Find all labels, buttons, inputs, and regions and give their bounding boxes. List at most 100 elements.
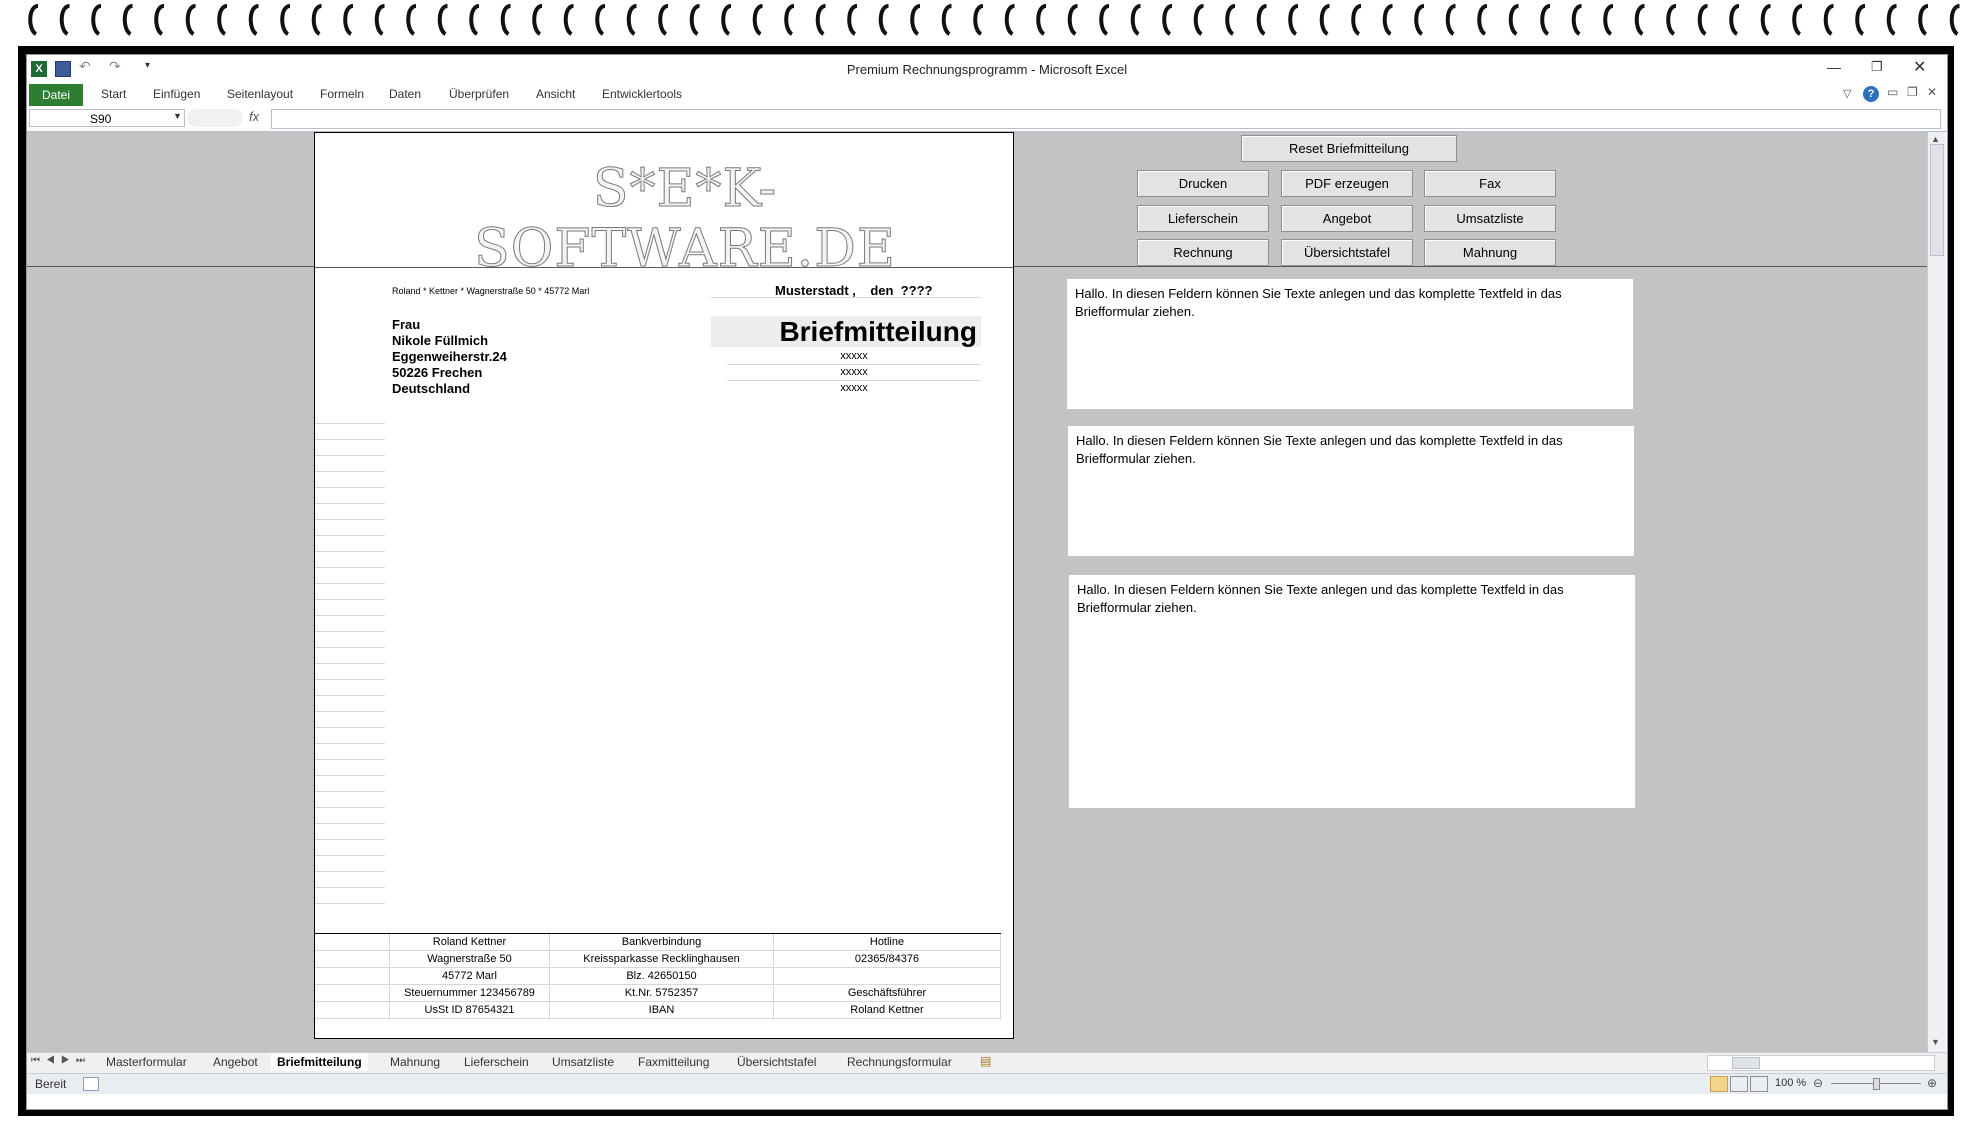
- tab-ansicht[interactable]: Ansicht: [536, 87, 575, 101]
- grid-row-line: [315, 632, 385, 648]
- tab-daten[interactable]: Daten: [389, 87, 421, 101]
- grid-row-line: [315, 488, 385, 504]
- rechnung-button[interactable]: Rechnung: [1137, 239, 1269, 266]
- zoom-in-icon[interactable]: ⊕: [1927, 1076, 1937, 1090]
- sheet-tab-rechnungsformular[interactable]: Rechnungsformular: [847, 1055, 952, 1069]
- footer-cell: Kt.Nr. 5752357: [550, 985, 774, 1001]
- tab-seitenlayout[interactable]: Seitenlayout: [227, 87, 293, 101]
- scroll-thumb[interactable]: [1930, 144, 1944, 256]
- lieferschein-button[interactable]: Lieferschein: [1137, 205, 1269, 232]
- sheet-tab-uebersichtstafel[interactable]: Übersichtstafel: [737, 1055, 816, 1069]
- scroll-up-icon[interactable]: ▲: [1931, 134, 1940, 144]
- uebersichtstafel-button[interactable]: Übersichtstafel: [1281, 239, 1413, 266]
- mahnung-button[interactable]: Mahnung: [1424, 239, 1556, 266]
- pdf-erzeugen-button[interactable]: PDF erzeugen: [1281, 170, 1413, 197]
- tab-entwicklertools[interactable]: Entwicklertools: [602, 87, 682, 101]
- spiral-ring: [910, 4, 921, 36]
- reference-field: xxxxx: [840, 382, 868, 394]
- sheet-tab-masterformular[interactable]: Masterformular: [106, 1055, 187, 1069]
- letter-footer-table: Roland Kettner Bankverbindung Hotline Wagne…: [315, 933, 1001, 1019]
- spiral-ring: [532, 4, 543, 36]
- name-box-dropdown-icon[interactable]: ▼: [173, 111, 182, 121]
- tab-ueberpruefen[interactable]: Überprüfen: [449, 87, 509, 101]
- zoom-slider-thumb[interactable]: [1873, 1078, 1880, 1090]
- sheet-tab-mahnung[interactable]: Mahnung: [390, 1055, 440, 1069]
- page-layout-view-icon[interactable]: [1730, 1076, 1748, 1092]
- worksheet-area[interactable]: S*E*K-SOFTWARE.DE Roland * Kettner * Wag…: [27, 132, 1927, 1052]
- angebot-button[interactable]: Angebot: [1281, 205, 1413, 232]
- help-icon[interactable]: ?: [1863, 86, 1879, 102]
- spiral-ring: [122, 4, 134, 36]
- restore-icon[interactable]: ❐: [1871, 59, 1883, 75]
- spiral-ring: [1036, 4, 1047, 36]
- sheet-tab-faxmitteilung[interactable]: Faxmitteilung: [638, 1055, 709, 1069]
- grid-row-line: [315, 424, 385, 440]
- recipient-country: Deutschland: [392, 381, 471, 396]
- sheet-nav-arrows-icon[interactable]: ⏮◀▶⏭: [31, 1055, 91, 1066]
- spiral-ring: [563, 4, 575, 36]
- horizontal-scrollbar[interactable]: [1707, 1055, 1935, 1071]
- zoom-out-icon[interactable]: ⊖: [1813, 1076, 1823, 1090]
- spiral-ring: [689, 4, 701, 36]
- window-title: Premium Rechnungsprogramm - Microsoft Ex…: [846, 62, 1128, 77]
- minimize-icon[interactable]: —: [1827, 59, 1841, 75]
- excel-window: X ↶ ↷ ▾ Premium Rechnungsprogramm - Micr…: [26, 54, 1948, 1110]
- recipient-city: 50226 Frechen: [392, 365, 483, 380]
- hscroll-thumb[interactable]: [1732, 1057, 1760, 1069]
- grid-row-line: [315, 824, 385, 840]
- drucken-button[interactable]: Drucken: [1137, 170, 1269, 197]
- footer-cell: Geschäftsführer: [774, 985, 1001, 1001]
- spiral-ring: [1666, 4, 1677, 36]
- reset-briefmitteilung-button[interactable]: Reset Briefmitteilung: [1241, 135, 1457, 162]
- normal-view-icon[interactable]: [1710, 1076, 1728, 1092]
- tab-start[interactable]: Start: [101, 87, 126, 101]
- grid-row-line: [315, 728, 385, 744]
- fx-icon[interactable]: fx: [249, 109, 259, 124]
- page-break-view-icon[interactable]: [1750, 1076, 1768, 1092]
- umsatzliste-button[interactable]: Umsatzliste: [1424, 205, 1556, 232]
- grid-row-line: [315, 696, 385, 712]
- grid-row-line: [315, 472, 385, 488]
- formula-input[interactable]: [271, 109, 1941, 129]
- spiral-ring: [1540, 4, 1551, 36]
- vertical-scrollbar[interactable]: ▲ ▼: [1927, 132, 1946, 1052]
- grid-row-line: [315, 856, 385, 872]
- scroll-down-icon[interactable]: ▼: [1931, 1037, 1940, 1047]
- sheet-tab-briefmitteilung[interactable]: Briefmitteilung: [271, 1053, 368, 1071]
- tab-datei[interactable]: Datei: [29, 84, 83, 106]
- fax-button[interactable]: Fax: [1424, 170, 1556, 197]
- footer-cell: Blz. 42650150: [550, 968, 774, 984]
- sheet-tab-umsatzliste[interactable]: Umsatzliste: [552, 1055, 614, 1069]
- sheet-tab-angebot[interactable]: Angebot: [213, 1055, 258, 1069]
- grid-row-line: [315, 456, 385, 472]
- workbook-minimize-icon[interactable]: ▭: [1887, 85, 1898, 99]
- tab-einfuegen[interactable]: Einfügen: [153, 87, 200, 101]
- zoom-level[interactable]: 100 %: [1775, 1077, 1806, 1089]
- spiral-ring: [721, 4, 732, 36]
- spiral-ring: [1729, 4, 1740, 36]
- footer-row: Steuernummer 123456789 Kt.Nr. 5752357 Gesc…: [315, 985, 1001, 1002]
- ribbon-collapse-icon[interactable]: ▽: [1843, 87, 1851, 100]
- text-note-1[interactable]: Hallo. In diesen Feldern können Sie Text…: [1067, 279, 1633, 409]
- spiral-ring: [280, 4, 291, 36]
- sheet-tab-lieferschein[interactable]: Lieferschein: [464, 1055, 529, 1069]
- spiral-ring: [973, 4, 984, 36]
- insert-sheet-icon[interactable]: ▤: [980, 1054, 991, 1068]
- name-box[interactable]: S90: [29, 109, 185, 127]
- spiral-ring: [1225, 4, 1236, 36]
- spiral-ring: [1445, 4, 1457, 36]
- footer-cell: 02365/84376: [774, 951, 1001, 967]
- spiral-ring: [154, 4, 165, 36]
- spiral-ring: [1918, 4, 1929, 36]
- spiral-ring: [59, 4, 71, 36]
- workbook-restore-icon[interactable]: ❐: [1907, 85, 1918, 99]
- close-icon[interactable]: ✕: [1913, 57, 1926, 77]
- spiral-ring: [1949, 4, 1961, 36]
- spiral-ring: [343, 4, 354, 36]
- workbook-close-icon[interactable]: ✕: [1927, 85, 1937, 99]
- tab-formeln[interactable]: Formeln: [320, 87, 364, 101]
- text-note-2[interactable]: Hallo. In diesen Feldern können Sie Text…: [1068, 426, 1634, 556]
- macro-record-icon[interactable]: [83, 1077, 99, 1091]
- status-bar: Bereit 100 % ⊖ ⊕: [27, 1073, 1947, 1094]
- text-note-3[interactable]: Hallo. In diesen Feldern können Sie Text…: [1069, 575, 1635, 808]
